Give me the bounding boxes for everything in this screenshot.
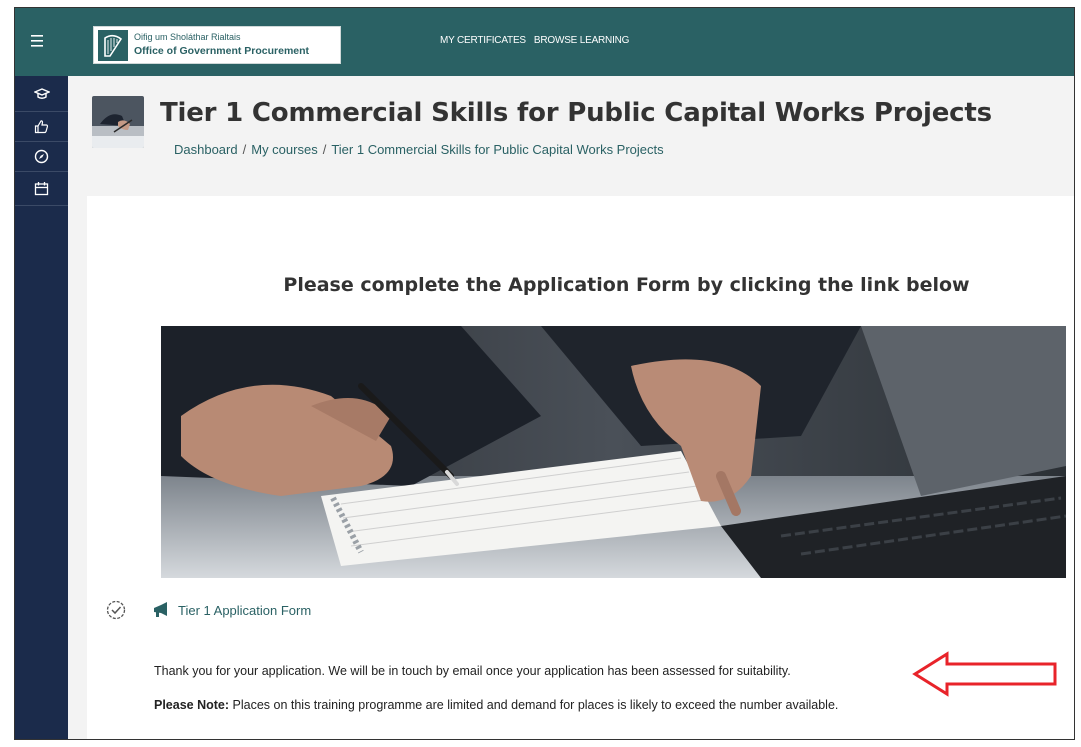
application-form-link[interactable]: Tier 1 Application Form: [178, 603, 311, 618]
breadcrumb-current-course[interactable]: Tier 1 Commercial Skills for Public Capi…: [331, 142, 663, 157]
compass-icon: [34, 149, 49, 164]
graduation-cap-icon: [33, 87, 50, 101]
hero-image: [161, 326, 1066, 578]
calendar-icon: [34, 181, 49, 196]
logo-irish-name: Oifig um Sholáthar Rialtais: [134, 32, 241, 42]
sidebar-item-calendar[interactable]: [15, 172, 68, 206]
thanks-message: Thank you for your application. We will …: [154, 664, 791, 678]
browser-frame: Oifig um Sholáthar Rialtais Office of Go…: [14, 7, 1075, 740]
nav-browse-learning[interactable]: BROWSE LEARNING: [534, 35, 630, 46]
thumbs-up-icon: [34, 119, 49, 134]
logo-english-name: Office of Government Procurement: [134, 45, 310, 57]
breadcrumb: Dashboard / My courses / Tier 1 Commercial S…: [174, 142, 664, 157]
harp-logo-icon: [98, 30, 128, 61]
annotation-arrow: [911, 650, 1059, 698]
hamburger-icon[interactable]: [30, 28, 50, 54]
note-text: Places on this training programme are li…: [229, 698, 839, 712]
breadcrumb-separator: /: [242, 142, 247, 157]
page-header: Tier 1 Commercial Skills for Public Capi…: [68, 76, 1074, 186]
course-thumbnail: [92, 96, 144, 148]
please-note-message: Please Note: Places on this training pro…: [154, 698, 838, 712]
breadcrumb-separator: /: [322, 142, 327, 157]
megaphone-icon: [152, 601, 170, 619]
top-nav-links: MY CERTIFICATES BROWSE LEARNING: [440, 35, 629, 46]
check-circle-icon[interactable]: [105, 599, 127, 621]
page-title: Tier 1 Commercial Skills for Public Capi…: [160, 98, 992, 128]
nav-my-certificates[interactable]: MY CERTIFICATES: [440, 35, 526, 46]
section-heading: Please complete the Application Form by …: [283, 274, 970, 296]
top-navbar: Oifig um Sholáthar Rialtais Office of Go…: [15, 8, 1074, 76]
left-sidebar: [15, 76, 68, 739]
breadcrumb-dashboard[interactable]: Dashboard: [174, 142, 238, 157]
activity-row: Tier 1 Application Form: [105, 598, 311, 622]
breadcrumb-my-courses[interactable]: My courses: [251, 142, 317, 157]
sidebar-item-explore[interactable]: [15, 142, 68, 172]
sidebar-item-recommended[interactable]: [15, 112, 68, 142]
note-label: Please Note:: [154, 698, 230, 712]
site-logo[interactable]: Oifig um Sholáthar Rialtais Office of Go…: [93, 26, 341, 64]
sidebar-item-courses[interactable]: [15, 76, 68, 112]
